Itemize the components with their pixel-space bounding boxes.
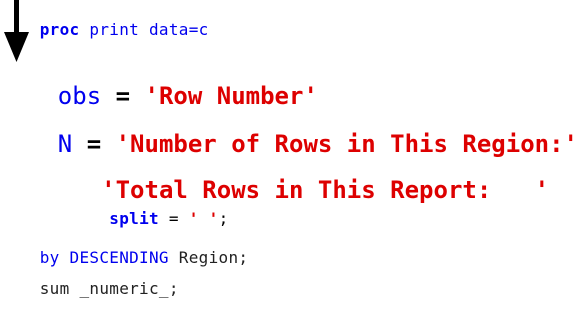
split-equals: = — [158, 209, 189, 228]
split-keyword: split — [109, 209, 159, 228]
obs-var: obs — [57, 82, 102, 110]
proc-keyword: proc — [39, 20, 80, 39]
obs-label-string: 'Row Number' — [144, 82, 318, 110]
by-variable: Region; — [168, 248, 249, 267]
split-string: ' ' — [188, 209, 219, 228]
code-line-sum: sum _numeric_; — [0, 265, 179, 313]
split-semicolon: ; — [218, 209, 229, 228]
proc-args: print data=c — [79, 20, 209, 39]
obs-equals: = — [101, 82, 145, 110]
sum-statement: sum _numeric_; — [39, 279, 179, 298]
down-arrow-icon — [4, 0, 29, 62]
